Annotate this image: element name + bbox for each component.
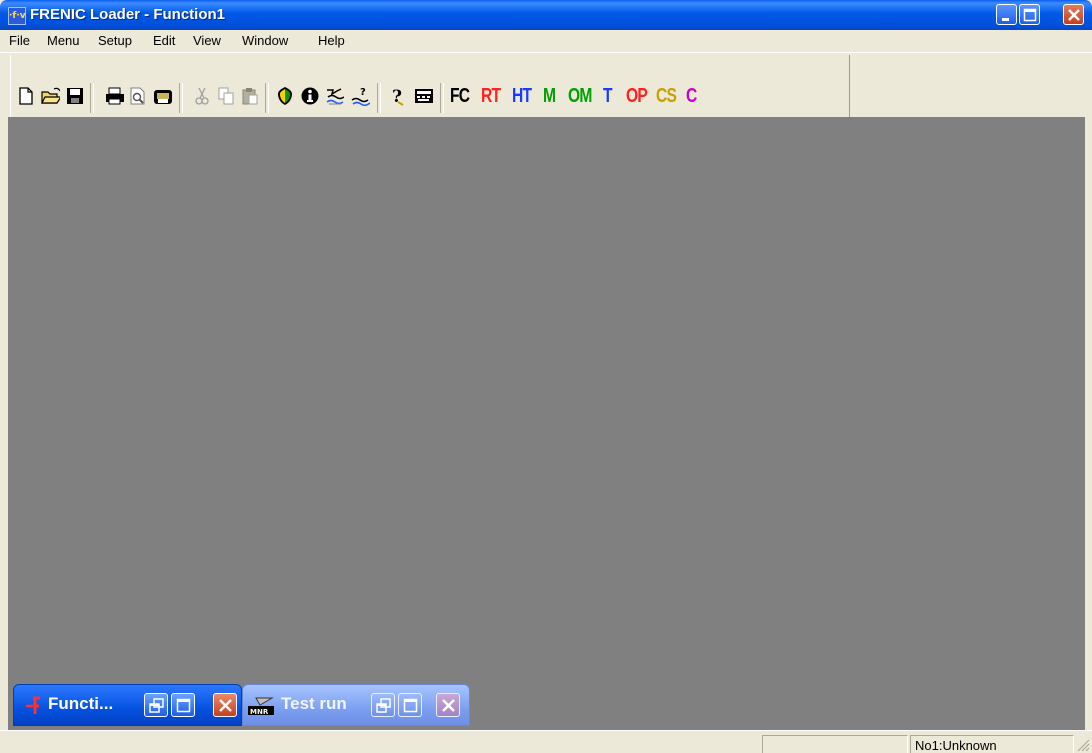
- status-bar: No1:Unknown: [0, 730, 1092, 753]
- toolbar-separator: [377, 83, 381, 113]
- app-window: ·f·v FRENIC Loader - Function1 File Menu…: [0, 0, 1092, 753]
- close-button[interactable]: [1063, 4, 1084, 25]
- printer-setup-icon[interactable]: [152, 86, 172, 106]
- connection-status: No1:Unknown: [915, 738, 997, 753]
- help-icon[interactable]: ?: [389, 86, 409, 106]
- test-run-icon: MNR: [248, 697, 274, 716]
- maximize-button[interactable]: [171, 693, 195, 717]
- close-icon: [1068, 9, 1080, 21]
- maximize-button[interactable]: [398, 693, 422, 717]
- cut-icon[interactable]: [192, 86, 212, 106]
- menu-setup[interactable]: Setup: [98, 33, 132, 48]
- mode-button-fc[interactable]: FC: [450, 85, 470, 108]
- window-title: FRENIC Loader - Function1: [30, 6, 225, 23]
- toolbar-separator: [179, 83, 183, 113]
- svg-text:MNR: MNR: [250, 708, 269, 716]
- minimize-icon: [1002, 18, 1009, 21]
- restore-button[interactable]: [144, 693, 168, 717]
- app-icon[interactable]: ·f·v: [8, 7, 26, 25]
- restore-button[interactable]: [371, 693, 395, 717]
- function-icon: [26, 696, 40, 714]
- print-icon[interactable]: [104, 86, 124, 106]
- mdi-child-function[interactable]: Functi...: [13, 684, 242, 726]
- close-icon: [442, 699, 455, 712]
- close-button[interactable]: [436, 693, 460, 717]
- status-pane-1: [762, 735, 908, 753]
- mode-button-op[interactable]: OP: [626, 85, 648, 108]
- maximize-icon: [1023, 8, 1037, 22]
- mode-button-rt[interactable]: RT: [481, 85, 501, 108]
- mode-button-om[interactable]: OM: [568, 85, 592, 108]
- mdi-child-title: Test run: [281, 694, 347, 713]
- maximize-icon: [403, 698, 418, 713]
- maximize-icon: [176, 698, 191, 713]
- mode-button-m[interactable]: M: [543, 85, 556, 108]
- info-icon[interactable]: [300, 86, 320, 106]
- title-bar[interactable]: ·f·v FRENIC Loader - Function1: [0, 0, 1092, 30]
- restore-icon: [149, 698, 164, 713]
- mdi-client-area[interactable]: [8, 117, 1085, 730]
- toolbar-separator: [265, 83, 269, 113]
- paste-icon[interactable]: [240, 86, 260, 106]
- menu-menu[interactable]: Menu: [47, 33, 80, 48]
- mode-button-c[interactable]: C: [686, 85, 697, 108]
- menu-edit[interactable]: Edit: [153, 33, 175, 48]
- open-folder-icon[interactable]: [40, 86, 60, 106]
- menu-bar: File Menu Setup Edit View Window Help: [0, 30, 1092, 53]
- close-button[interactable]: [213, 693, 237, 717]
- menu-help[interactable]: Help: [318, 33, 345, 48]
- restore-icon: [376, 698, 391, 713]
- mode-button-cs[interactable]: CS: [656, 85, 677, 108]
- save-disk-icon[interactable]: [65, 86, 85, 106]
- minimize-button[interactable]: [996, 4, 1017, 25]
- mdi-child-title: Functi...: [48, 694, 114, 713]
- keyboard-icon[interactable]: [413, 86, 433, 106]
- toolbar-separator: [90, 83, 94, 113]
- shield-icon[interactable]: [275, 86, 295, 106]
- mdi-child-test-run[interactable]: MNR Test run: [242, 684, 470, 726]
- maximize-button[interactable]: [1019, 4, 1040, 25]
- connection-icon[interactable]: [324, 86, 344, 106]
- resize-grip-icon[interactable]: [1076, 738, 1090, 752]
- print-preview-icon[interactable]: [128, 86, 148, 106]
- copy-icon[interactable]: [216, 86, 236, 106]
- new-icon[interactable]: [16, 86, 36, 106]
- close-icon: [219, 699, 232, 712]
- mode-button-t[interactable]: T: [603, 85, 613, 108]
- toolbar-separator: [440, 83, 444, 113]
- menu-file[interactable]: File: [9, 33, 30, 48]
- status-pane-2: No1:Unknown: [910, 735, 1074, 753]
- svg-text:?: ?: [360, 87, 366, 98]
- menu-view[interactable]: View: [193, 33, 221, 48]
- menu-window[interactable]: Window: [242, 33, 288, 48]
- help-connection-icon[interactable]: ?: [350, 86, 370, 106]
- mode-button-ht[interactable]: HT: [512, 85, 532, 108]
